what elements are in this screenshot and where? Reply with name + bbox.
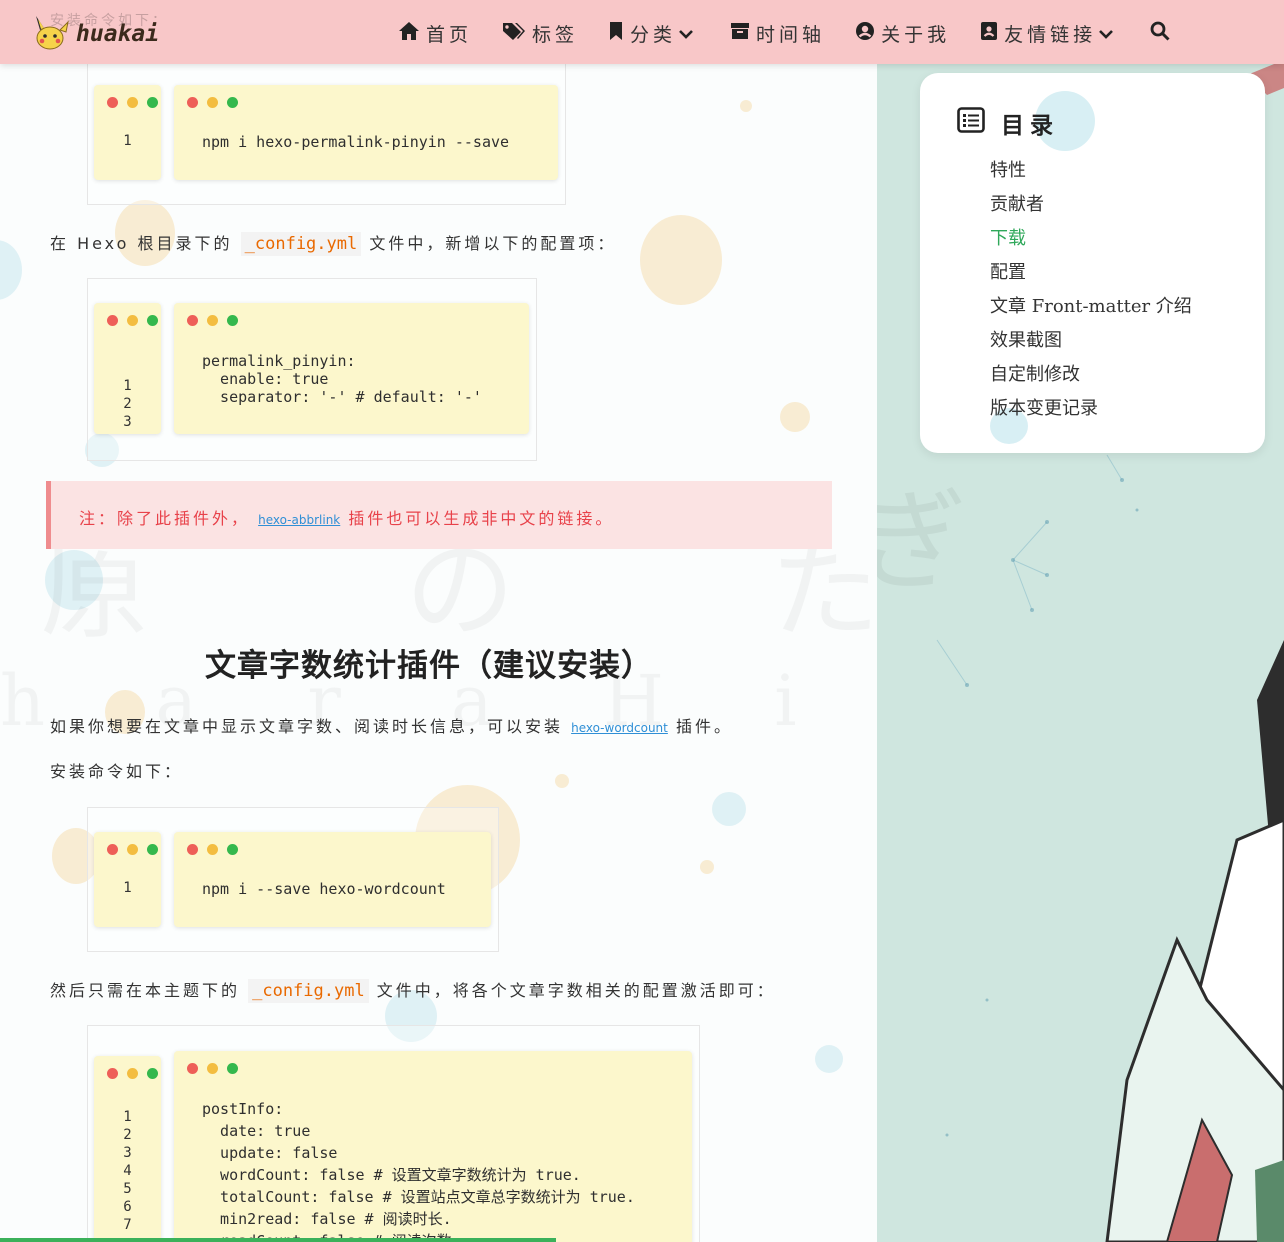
note-text: 注：除了此插件外， hexo-abbrlink 插件也可以生成非中文的链接。 (79, 505, 614, 529)
decor-blob (780, 402, 810, 432)
nav-timeline-label: 时间轴 (756, 24, 826, 46)
nav-categories-label: 分类 (630, 24, 677, 46)
paragraph-text: 文件中，将各个文章字数相关的配置激活即可： (376, 981, 776, 1000)
paragraph: 安装命令如下： (50, 762, 184, 781)
code-text[interactable]: npm i hexo-permalink-pinyin --save (202, 133, 509, 151)
paragraph: 如果你想要在文章中显示文章字数、阅读时长信息，可以安装 hexo-wordcou… (50, 713, 733, 737)
search-icon (1150, 21, 1176, 46)
bookmark-icon (608, 21, 630, 46)
brand-name[interactable]: huakai (76, 21, 159, 47)
nav-friends-label: 友情链接 (1004, 24, 1097, 46)
window-dots (107, 844, 167, 855)
chevron-down-icon (1098, 23, 1120, 45)
line-numbers: 1 (123, 880, 132, 896)
code-gutter: 1 2 3 (94, 303, 161, 434)
top-navbar: 安装命令如下： huakai 首页 标签 分类 时间轴 关于我 友情链接 (0, 0, 1284, 64)
table-of-contents: 目录 特性 贡献者 下载 配置 文章 Front-matter 介绍 效果截图 … (920, 73, 1265, 453)
line-numbers: 1 (123, 133, 132, 149)
decor-blob (712, 792, 746, 826)
window-dots (187, 844, 247, 855)
code-box[interactable]: npm i --save hexo-wordcount (174, 832, 491, 927)
chevron-down-icon (678, 23, 700, 45)
code-block: 1 npm i --save hexo-wordcount (87, 807, 499, 952)
article-content: 原 の た ぎ h a r a H i t a g i 1 npm i hexo… (0, 0, 877, 1242)
window-dots (187, 1063, 247, 1074)
code-gutter: 1 (94, 832, 161, 927)
nav-tags[interactable]: 标签 (502, 20, 578, 47)
hexo-abbrlink-link[interactable]: hexo-abbrlink (258, 513, 340, 527)
hexo-wordcount-link[interactable]: hexo-wordcount (571, 721, 668, 735)
reading-progress-bar (0, 1238, 556, 1242)
code-box[interactable]: npm i hexo-permalink-pinyin --save (174, 85, 558, 180)
toc-item[interactable]: 文章 Front-matter 介绍 (990, 292, 1192, 326)
list-icon (957, 107, 1001, 139)
decor-blob (700, 860, 714, 874)
toc-item[interactable]: 贡献者 (990, 190, 1192, 224)
window-dots (187, 315, 247, 326)
toc-item[interactable]: 自定制修改 (990, 360, 1192, 394)
nav-timeline[interactable]: 时间轴 (730, 20, 825, 47)
archive-icon (730, 22, 756, 45)
search-button[interactable] (1150, 21, 1176, 46)
paragraph: 然后只需在本主题下的 _config.yml 文件中，将各个文章字数相关的配置激… (50, 977, 776, 1003)
toc-title: 目录 (1001, 113, 1059, 139)
code-box[interactable]: postInfo: date: true update: false wordC… (174, 1051, 692, 1242)
section-heading: 文章字数统计插件（建议安装） (205, 648, 653, 684)
code-text[interactable]: permalink_pinyin: enable: true separator… (202, 352, 482, 406)
note-callout: 注：除了此插件外， hexo-abbrlink 插件也可以生成非中文的链接。 (46, 481, 832, 549)
inline-code: _config.yml (248, 979, 369, 1003)
nav-home-label: 首页 (426, 24, 473, 46)
svg-text:ぎ: ぎ (877, 478, 967, 606)
nav-home[interactable]: 首页 (398, 20, 472, 47)
code-block: 1 2 3 4 5 6 7 postInfo: date: true updat… (87, 1025, 700, 1242)
decor-blob (555, 774, 569, 788)
toc-item[interactable]: 版本变更记录 (990, 394, 1192, 428)
code-gutter: 1 (94, 85, 161, 180)
toc-header: 目录 (957, 106, 1059, 140)
brand-logo[interactable]: huakai (30, 12, 159, 56)
paragraph-text: 在 Hexo 根目录下的 (50, 234, 233, 253)
window-dots (107, 315, 167, 326)
note-suffix: 插件也可以生成非中文的链接。 (348, 509, 615, 528)
nav-categories[interactable]: 分类 (608, 20, 700, 47)
paragraph-text: 文件中，新增以下的配置项： (369, 234, 617, 253)
code-box[interactable]: permalink_pinyin: enable: true separator… (174, 303, 529, 434)
user-circle-icon (855, 21, 881, 46)
paragraph: 在 Hexo 根目录下的 _config.yml 文件中，新增以下的配置项： (50, 230, 617, 256)
decor-blob (815, 1045, 843, 1073)
tags-icon (502, 21, 532, 46)
paragraph-text: 插件。 (675, 717, 733, 736)
decor-blob (740, 100, 752, 112)
code-text[interactable]: postInfo: date: true update: false wordC… (202, 1098, 635, 1242)
toc-item[interactable]: 特性 (990, 156, 1192, 190)
code-text[interactable]: npm i --save hexo-wordcount (202, 880, 446, 898)
home-icon (398, 21, 426, 46)
line-numbers: 1 2 3 (123, 378, 132, 430)
toc-item[interactable]: 配置 (990, 258, 1192, 292)
code-block: 1 npm i hexo-permalink-pinyin --save (87, 60, 566, 205)
toc-item[interactable]: 效果截图 (990, 326, 1192, 360)
line-numbers: 1 2 3 4 5 6 7 (123, 1109, 132, 1233)
nav-about-label: 关于我 (881, 24, 951, 46)
nav-friends[interactable]: 友情链接 (980, 20, 1120, 47)
decor-blob (0, 240, 22, 300)
code-gutter: 1 2 3 4 5 6 7 (94, 1056, 161, 1242)
inline-code: _config.yml (240, 232, 362, 256)
code-block: 1 2 3 permalink_pinyin: enable: true sep… (87, 278, 537, 461)
toc-item-active[interactable]: 下载 (990, 224, 1192, 258)
window-dots (107, 97, 167, 108)
window-dots (187, 97, 247, 108)
address-book-icon (980, 21, 1004, 46)
note-prefix: 注：除了此插件外， (79, 509, 251, 528)
window-dots (107, 1068, 167, 1079)
decor-blob (640, 215, 722, 305)
paragraph-text: 然后只需在本主题下的 (50, 981, 241, 1000)
pikachu-logo-icon (30, 12, 70, 56)
nav-about[interactable]: 关于我 (855, 20, 950, 47)
toc-list: 特性 贡献者 下载 配置 文章 Front-matter 介绍 效果截图 自定制… (990, 156, 1192, 428)
paragraph-text: 如果你想要在文章中显示文章字数、阅读时长信息，可以安装 (50, 717, 564, 736)
main-nav: 首页 标签 分类 时间轴 关于我 友情链接 (398, 20, 1206, 47)
nav-tags-label: 标签 (532, 24, 579, 46)
